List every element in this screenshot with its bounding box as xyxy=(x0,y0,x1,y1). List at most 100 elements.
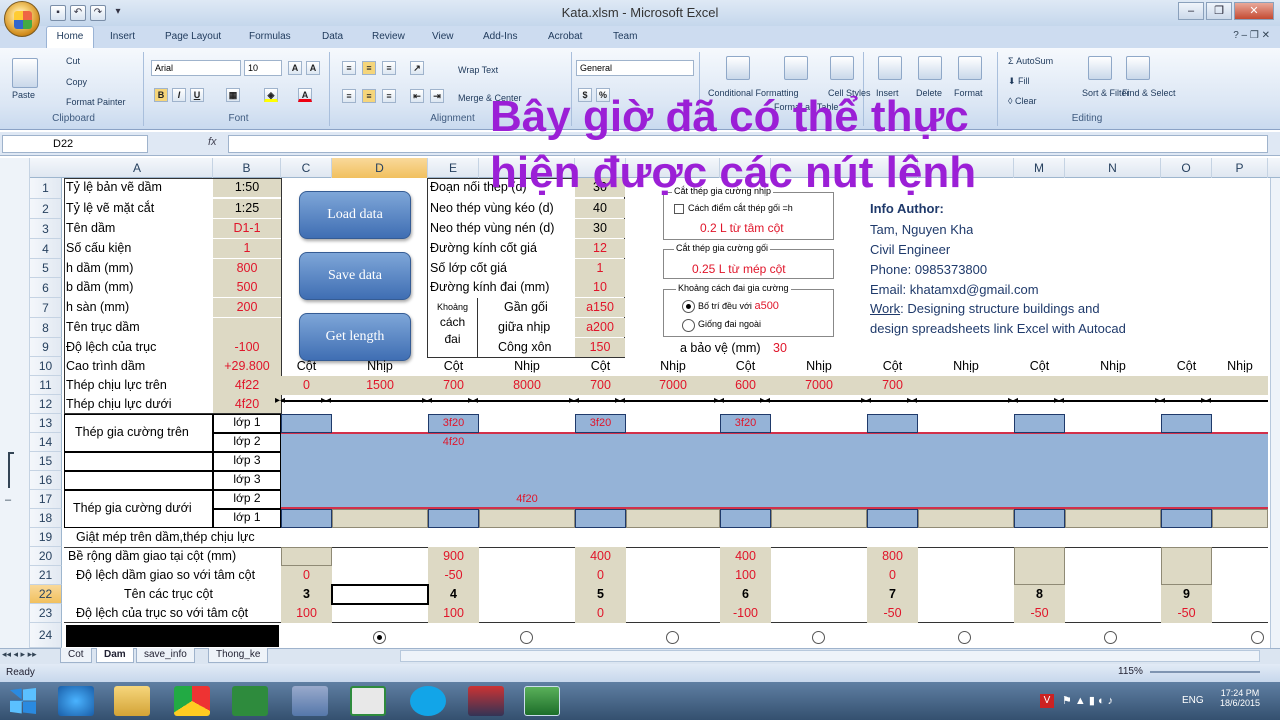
increase-indent-icon[interactable]: ⇥ xyxy=(430,89,444,103)
get-length-button[interactable]: Get length xyxy=(299,313,411,361)
find-select-button[interactable]: Find & Select xyxy=(1122,88,1176,98)
col-header-a[interactable]: A xyxy=(62,158,213,178)
name-box[interactable]: D22 xyxy=(2,135,148,153)
orientation-icon[interactable]: ↗ xyxy=(410,61,424,75)
row-header[interactable]: 24 xyxy=(30,623,62,648)
shrink-font-icon[interactable]: A xyxy=(306,61,320,75)
col-header-b[interactable]: B xyxy=(213,158,281,178)
value-thep-chiu-luc-tren[interactable]: 4f22 xyxy=(213,376,281,395)
intersect-offset[interactable]: 0 xyxy=(867,566,918,585)
zoom-slider[interactable] xyxy=(1150,671,1260,673)
span-radio[interactable] xyxy=(958,631,971,644)
wrap-text-button[interactable]: Wrap Text xyxy=(458,65,498,75)
axis-offset[interactable]: -50 xyxy=(867,604,918,623)
align-middle-icon[interactable]: ≡ xyxy=(362,61,376,75)
value-duong-kinh-dai[interactable]: 10 xyxy=(575,278,625,297)
row-header[interactable]: 22 xyxy=(30,585,62,604)
sheet-tab-thong-ke[interactable]: Thong_ke xyxy=(208,648,269,663)
cut-support-value[interactable]: 0.25 L từ mép cột xyxy=(692,262,786,276)
value-h-dam[interactable]: 800 xyxy=(213,259,281,278)
ie-icon[interactable] xyxy=(58,686,94,716)
stirrup-uniform-value[interactable]: a500 xyxy=(754,300,778,312)
row-header[interactable]: 8 xyxy=(30,318,62,338)
span-radio[interactable] xyxy=(1251,631,1264,644)
value-neo-nen[interactable]: 30 xyxy=(575,219,625,238)
fill-button[interactable]: ⬇ Fill xyxy=(1008,76,1030,87)
row-header[interactable]: 19 xyxy=(30,528,62,547)
value-so-lop-cot-gia[interactable]: 1 xyxy=(575,259,625,278)
rebar-label[interactable]: 4f20 xyxy=(428,433,479,452)
excel-icon[interactable] xyxy=(524,686,560,716)
span-radio[interactable] xyxy=(520,631,533,644)
tab-team[interactable]: Team xyxy=(613,31,637,42)
row-header[interactable]: 9 xyxy=(30,338,62,357)
intersect-offset[interactable]: 100 xyxy=(720,566,771,585)
axis-name[interactable]: 8 xyxy=(1014,585,1065,604)
axis-name[interactable]: 9 xyxy=(1161,585,1212,604)
cell-styles-icon[interactable] xyxy=(830,56,854,80)
camtasia-icon[interactable] xyxy=(232,686,268,716)
tab-add-ins[interactable]: Add-Ins xyxy=(483,31,517,42)
col-header-c[interactable]: C xyxy=(281,158,332,178)
close-icon[interactable]: ✕ xyxy=(1234,2,1274,20)
row-header[interactable]: 4 xyxy=(30,239,62,259)
font-name-combo[interactable]: Arial xyxy=(151,60,241,76)
skype-icon[interactable] xyxy=(410,686,446,716)
explorer-icon[interactable] xyxy=(114,686,150,716)
span-length[interactable]: 700 xyxy=(867,376,918,395)
cut-span-value[interactable]: 0.2 L từ tâm cột xyxy=(700,221,784,235)
row-header[interactable]: 17 xyxy=(30,490,62,509)
row-header[interactable]: 3 xyxy=(30,219,62,239)
row-header[interactable]: 2 xyxy=(30,199,62,219)
media-icon[interactable] xyxy=(468,686,504,716)
zoom-level[interactable]: 115% xyxy=(1118,666,1143,677)
row-header[interactable]: 5 xyxy=(30,259,62,278)
row-header[interactable]: 18 xyxy=(30,509,62,528)
align-center-icon[interactable]: ≡ xyxy=(362,89,376,103)
span-length[interactable]: 700 xyxy=(428,376,479,395)
axis-offset[interactable]: -100 xyxy=(720,604,771,623)
row-header[interactable]: 11 xyxy=(30,376,62,395)
decrease-indent-icon[interactable]: ⇤ xyxy=(410,89,424,103)
align-top-icon[interactable]: ≡ xyxy=(342,61,356,75)
cut-span-checkbox[interactable] xyxy=(674,204,684,214)
axis-name[interactable]: 7 xyxy=(867,585,918,604)
paste-button[interactable]: Paste xyxy=(12,90,35,100)
span-length[interactable]: 7000 xyxy=(626,376,720,395)
language-indicator[interactable]: ENG xyxy=(1182,695,1204,706)
row-header[interactable]: 14 xyxy=(30,433,62,452)
chrome-icon[interactable] xyxy=(174,686,210,716)
tab-page-layout[interactable]: Page Layout xyxy=(165,31,221,42)
bold-icon[interactable]: B xyxy=(154,88,168,102)
border-icon[interactable]: ▦ xyxy=(226,88,240,102)
value-thep-chiu-luc-duoi[interactable]: 4f20 xyxy=(213,395,281,414)
value-h-san[interactable]: 200 xyxy=(213,298,281,317)
clock[interactable]: 17:24 PM 18/6/2015 xyxy=(1220,688,1260,708)
value-gan-goi[interactable]: a150 xyxy=(575,298,625,317)
row-header[interactable]: 16 xyxy=(30,471,62,490)
sort-filter-icon[interactable] xyxy=(1088,56,1112,80)
row-header[interactable]: 12 xyxy=(30,395,62,414)
delete-cells-icon[interactable] xyxy=(918,56,942,80)
value-b-dam[interactable]: 500 xyxy=(213,278,281,297)
format-cells-icon[interactable] xyxy=(958,56,982,80)
sheet-tab-cot[interactable]: Cot xyxy=(60,648,92,663)
intersect-width[interactable]: 900 xyxy=(428,547,479,566)
format-table-icon[interactable] xyxy=(784,56,808,80)
group-bracket-icon[interactable] xyxy=(8,452,14,488)
grow-font-icon[interactable]: A xyxy=(288,61,302,75)
intersect-width[interactable]: 400 xyxy=(575,547,626,566)
row-header[interactable]: 7 xyxy=(30,298,62,318)
sheet-nav-icon[interactable]: ◂◂ ◂ ▸ ▸▸ xyxy=(2,649,37,660)
axis-name[interactable]: 5 xyxy=(575,585,626,604)
vertical-scrollbar[interactable] xyxy=(1270,178,1280,648)
axis-offset[interactable]: -50 xyxy=(1014,604,1065,623)
intersect-width[interactable]: 800 xyxy=(867,547,918,566)
col-header-p[interactable]: P xyxy=(1212,158,1268,178)
load-data-button[interactable]: Load data xyxy=(299,191,411,239)
span-length[interactable]: 0 xyxy=(281,376,332,395)
axis-name[interactable]: 4 xyxy=(428,585,479,604)
cut-button[interactable]: Cut xyxy=(66,56,80,66)
row-header[interactable]: 15 xyxy=(30,452,62,471)
value-giua-nhip[interactable]: a200 xyxy=(575,318,625,337)
